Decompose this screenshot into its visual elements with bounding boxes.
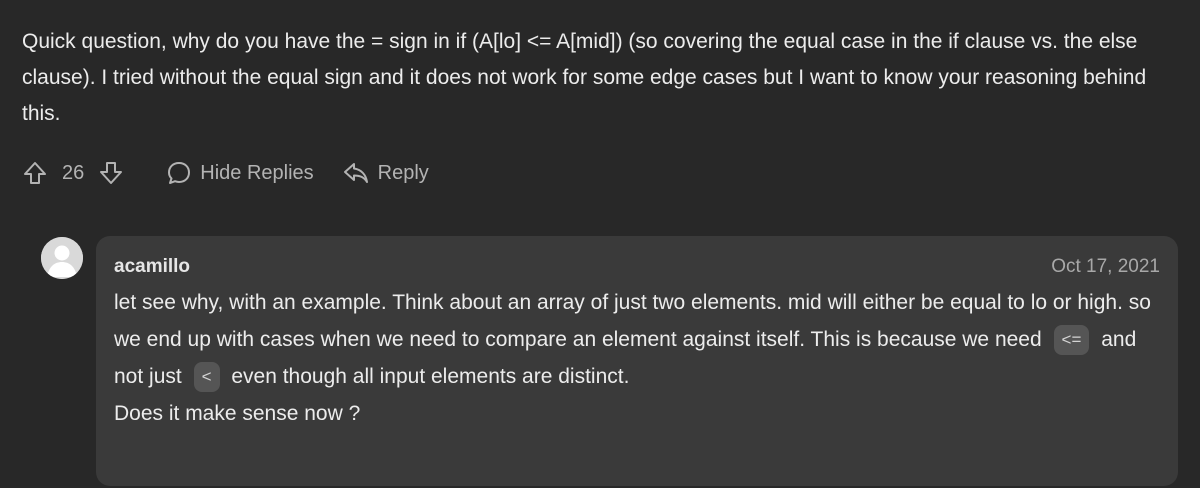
arrow-down-icon[interactable]	[98, 160, 124, 186]
reply-button[interactable]: Reply	[342, 160, 429, 186]
hide-replies-button[interactable]: Hide Replies	[166, 160, 314, 186]
reply-body-text: let see why, with an example. Think abou…	[114, 291, 1151, 351]
reply-card: acamillo Oct 17, 2021 let see why, with …	[96, 236, 1178, 486]
reply-label: Reply	[377, 161, 429, 184]
chat-bubble-icon	[166, 160, 192, 186]
comment-actions: 26 Hide Replies Reply	[22, 155, 429, 191]
user-avatar[interactable]	[41, 237, 83, 279]
reply-body-text: even though all input elements are disti…	[231, 365, 630, 388]
comment-text: Quick question, why do you have the = si…	[22, 30, 1147, 125]
inline-code: <=	[1053, 325, 1090, 356]
vote-count: 26	[62, 161, 85, 184]
reply-author[interactable]: acamillo	[114, 256, 190, 278]
vote-group: 26	[22, 160, 124, 186]
inline-code: <	[193, 362, 220, 393]
reply-body: let see why, with an example. Think abou…	[114, 284, 1154, 432]
arrow-up-icon[interactable]	[22, 160, 48, 186]
reply-arrow-icon	[342, 160, 370, 186]
hide-replies-label: Hide Replies	[200, 161, 314, 184]
reply-date: Oct 17, 2021	[1051, 256, 1160, 277]
reply-body-text: Does it make sense now ?	[114, 402, 361, 425]
